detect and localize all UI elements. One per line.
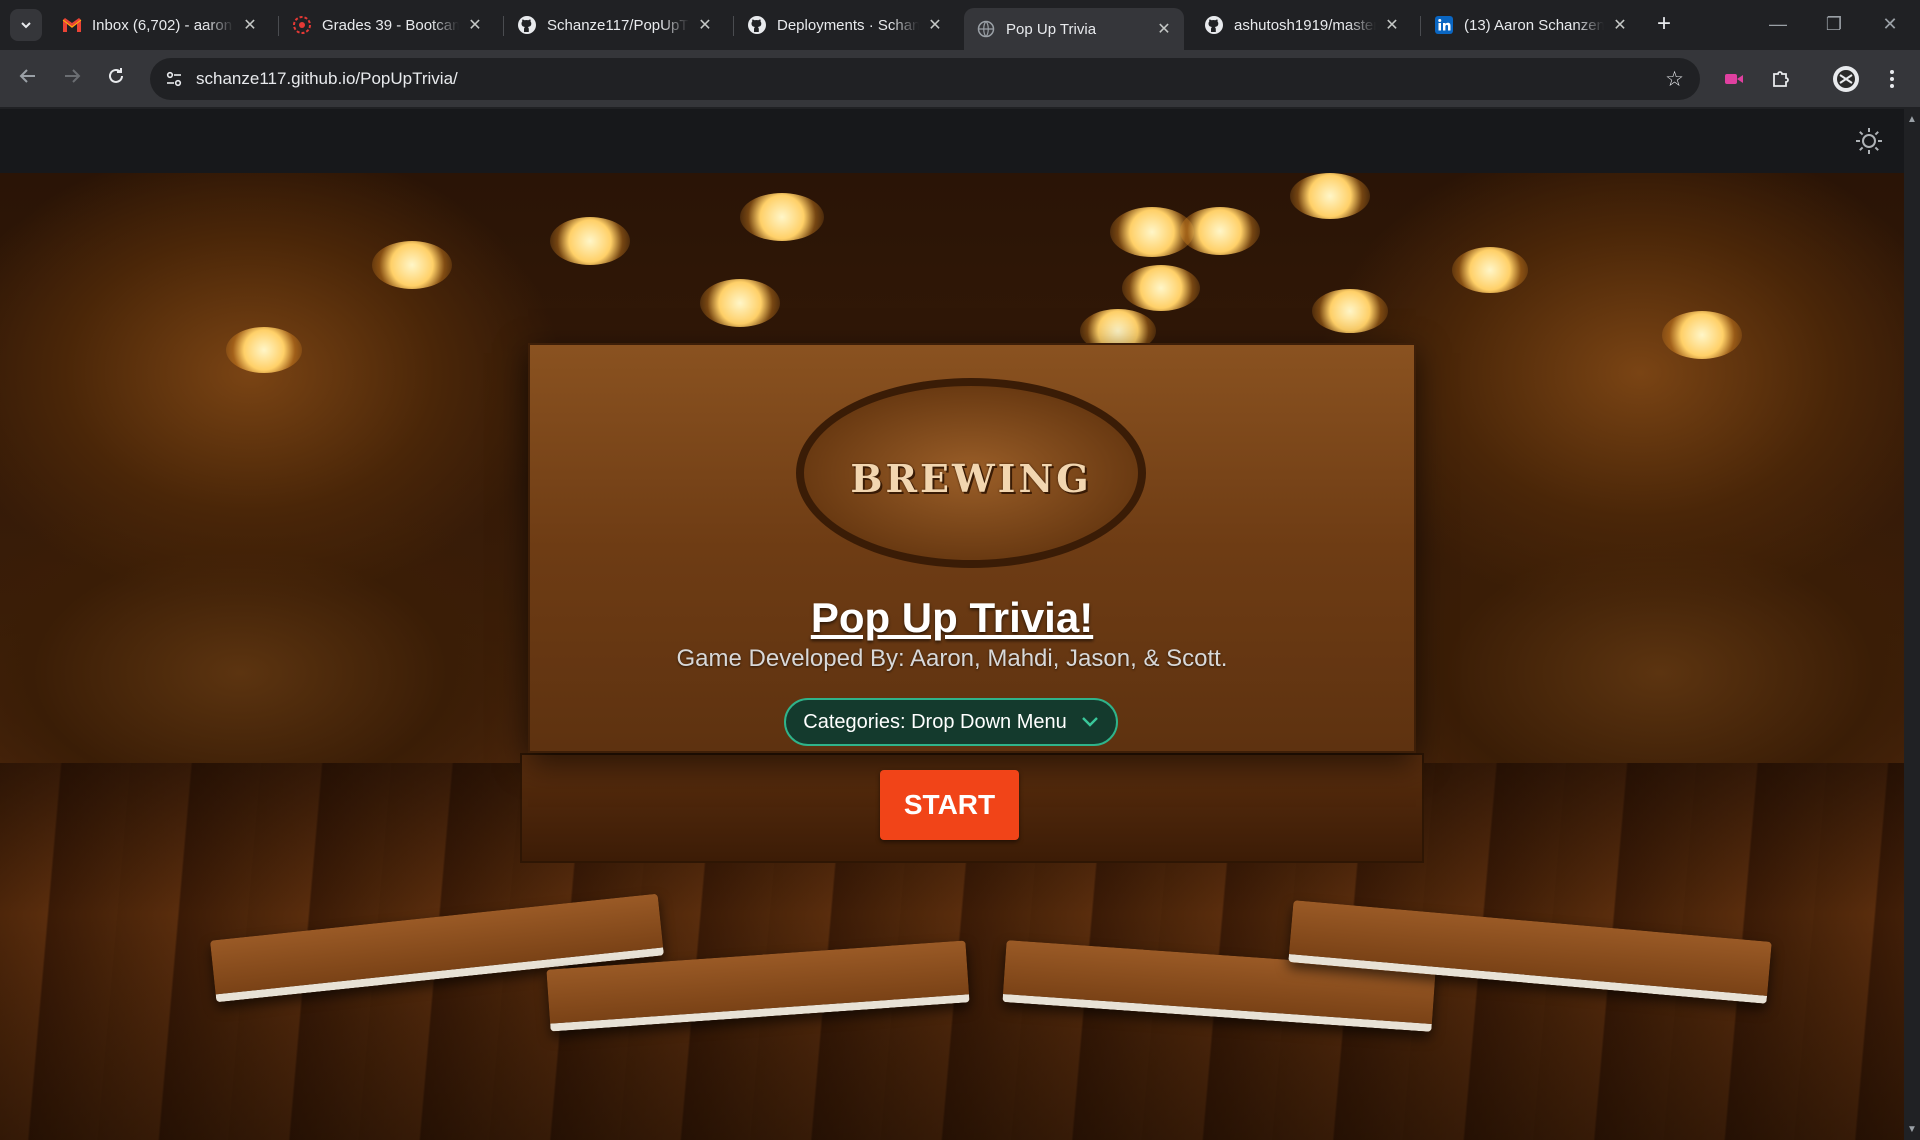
bokeh-light <box>1662 311 1742 359</box>
github-icon <box>517 15 537 35</box>
categories-dropdown-button[interactable]: Categories: Drop Down Menu <box>784 698 1118 746</box>
github-icon <box>747 15 767 35</box>
tab-gmail[interactable]: Inbox (6,702) - aaron ✕ <box>50 8 270 42</box>
tab-divider <box>278 16 279 36</box>
browser-toolbar: schanze117.github.io/PopUpTrivia/ ☆ <box>0 50 1920 108</box>
reload-button[interactable] <box>102 65 130 93</box>
tab-divider <box>1420 16 1421 36</box>
tab-title: Grades 39 - Bootcamp <box>322 16 459 34</box>
sun-icon[interactable] <box>1854 126 1884 156</box>
tune-icon <box>166 71 182 87</box>
restore-button[interactable]: ❐ <box>1814 10 1854 38</box>
bokeh-light <box>1122 265 1200 311</box>
start-button[interactable]: START <box>880 770 1019 840</box>
tab-title: Schanze117/PopUpTrivia <box>547 16 689 34</box>
chevron-down-icon <box>21 22 31 29</box>
tab-title: (13) Aaron Schanzenbach <box>1464 16 1604 34</box>
close-icon[interactable]: ✕ <box>927 15 943 35</box>
globe-icon <box>976 19 996 39</box>
reload-icon <box>109 68 123 83</box>
bokeh-light <box>550 217 630 265</box>
bookmark-star-icon[interactable]: ☆ <box>1665 67 1684 92</box>
tab-portfolio[interactable]: ashutosh1919/masterPortfolio ✕ <box>1192 8 1412 42</box>
hero-background: BREWING Pop Up Trivia! Game Developed By… <box>0 173 1904 1140</box>
gmail-icon <box>62 15 82 35</box>
github-icon <box>1204 15 1224 35</box>
profile-avatar[interactable] <box>1830 63 1862 95</box>
tab-divider <box>733 16 734 36</box>
tab-title: Pop Up Trivia <box>1006 20 1097 38</box>
bokeh-light <box>1290 173 1370 219</box>
close-icon[interactable]: ✕ <box>242 15 258 35</box>
bokeh-light <box>1452 247 1528 293</box>
site-info-button[interactable] <box>160 65 188 93</box>
tab-search-button[interactable] <box>10 9 42 41</box>
tab-title: Deployments · Schanze117 <box>777 16 919 34</box>
tab-title: Inbox (6,702) - aaron <box>92 16 233 34</box>
extension-video-icon[interactable] <box>1718 63 1750 95</box>
close-icon[interactable]: ✕ <box>1612 15 1628 35</box>
site-header <box>0 109 1904 173</box>
bokeh-light <box>1312 289 1388 333</box>
forward-button[interactable] <box>58 65 86 93</box>
arrow-left-icon <box>19 69 35 83</box>
close-icon[interactable]: ✕ <box>1156 19 1172 39</box>
close-icon[interactable]: ✕ <box>697 15 713 35</box>
bokeh-light <box>226 327 302 373</box>
linkedin-icon <box>1434 15 1454 35</box>
tab-linkedin[interactable]: (13) Aaron Schanzenbach ✕ <box>1422 8 1640 42</box>
credits-subtitle: Game Developed By: Aaron, Mahdi, Jason, … <box>676 645 1228 672</box>
new-tab-button[interactable]: + <box>1650 10 1678 38</box>
scroll-up-icon[interactable]: ▲ <box>1907 115 1917 125</box>
bokeh-light <box>372 241 452 289</box>
bokeh-light <box>700 279 780 327</box>
tab-title: ashutosh1919/masterPortfolio <box>1234 16 1376 34</box>
more-menu-icon[interactable] <box>1876 63 1908 95</box>
bokeh-light <box>740 193 824 241</box>
tab-strip: Inbox (6,702) - aaron ✕ Grades 39 - Boot… <box>0 0 1920 50</box>
scroll-down-icon[interactable]: ▼ <box>1907 1125 1917 1135</box>
tab-divider <box>503 16 504 36</box>
bootcamp-icon <box>292 15 312 35</box>
bokeh-light <box>1180 207 1260 255</box>
board-emblem-text: BREWING <box>850 456 1092 501</box>
tab-github-repo[interactable]: Schanze117/PopUpTrivia ✕ <box>505 8 725 42</box>
tab-grades[interactable]: Grades 39 - Bootcamp ✕ <box>280 8 495 42</box>
back-button[interactable] <box>14 65 42 93</box>
tab-pop-up-trivia[interactable]: Pop Up Trivia ✕ <box>964 8 1184 50</box>
extensions-puzzle-icon[interactable] <box>1765 63 1797 95</box>
scrollbar[interactable]: ▲ ▼ <box>1904 109 1920 1140</box>
chevron-down-icon <box>1081 713 1099 731</box>
page-viewport: BREWING Pop Up Trivia! Game Developed By… <box>0 109 1904 1140</box>
minimize-button[interactable]: — <box>1758 10 1798 38</box>
url-text[interactable]: schanze117.github.io/PopUpTrivia/ <box>196 69 458 89</box>
close-icon[interactable]: ✕ <box>1384 15 1400 35</box>
address-bar[interactable]: schanze117.github.io/PopUpTrivia/ ☆ <box>150 58 1700 100</box>
window-close-button[interactable]: ✕ <box>1870 10 1910 38</box>
page-title: Pop Up Trivia! <box>810 594 1094 641</box>
arrow-right-icon <box>65 69 81 83</box>
close-icon[interactable]: ✕ <box>467 15 483 35</box>
tab-deployments[interactable]: Deployments · Schanze117 ✕ <box>735 8 955 42</box>
categories-label: Categories: Drop Down Menu <box>803 710 1067 733</box>
